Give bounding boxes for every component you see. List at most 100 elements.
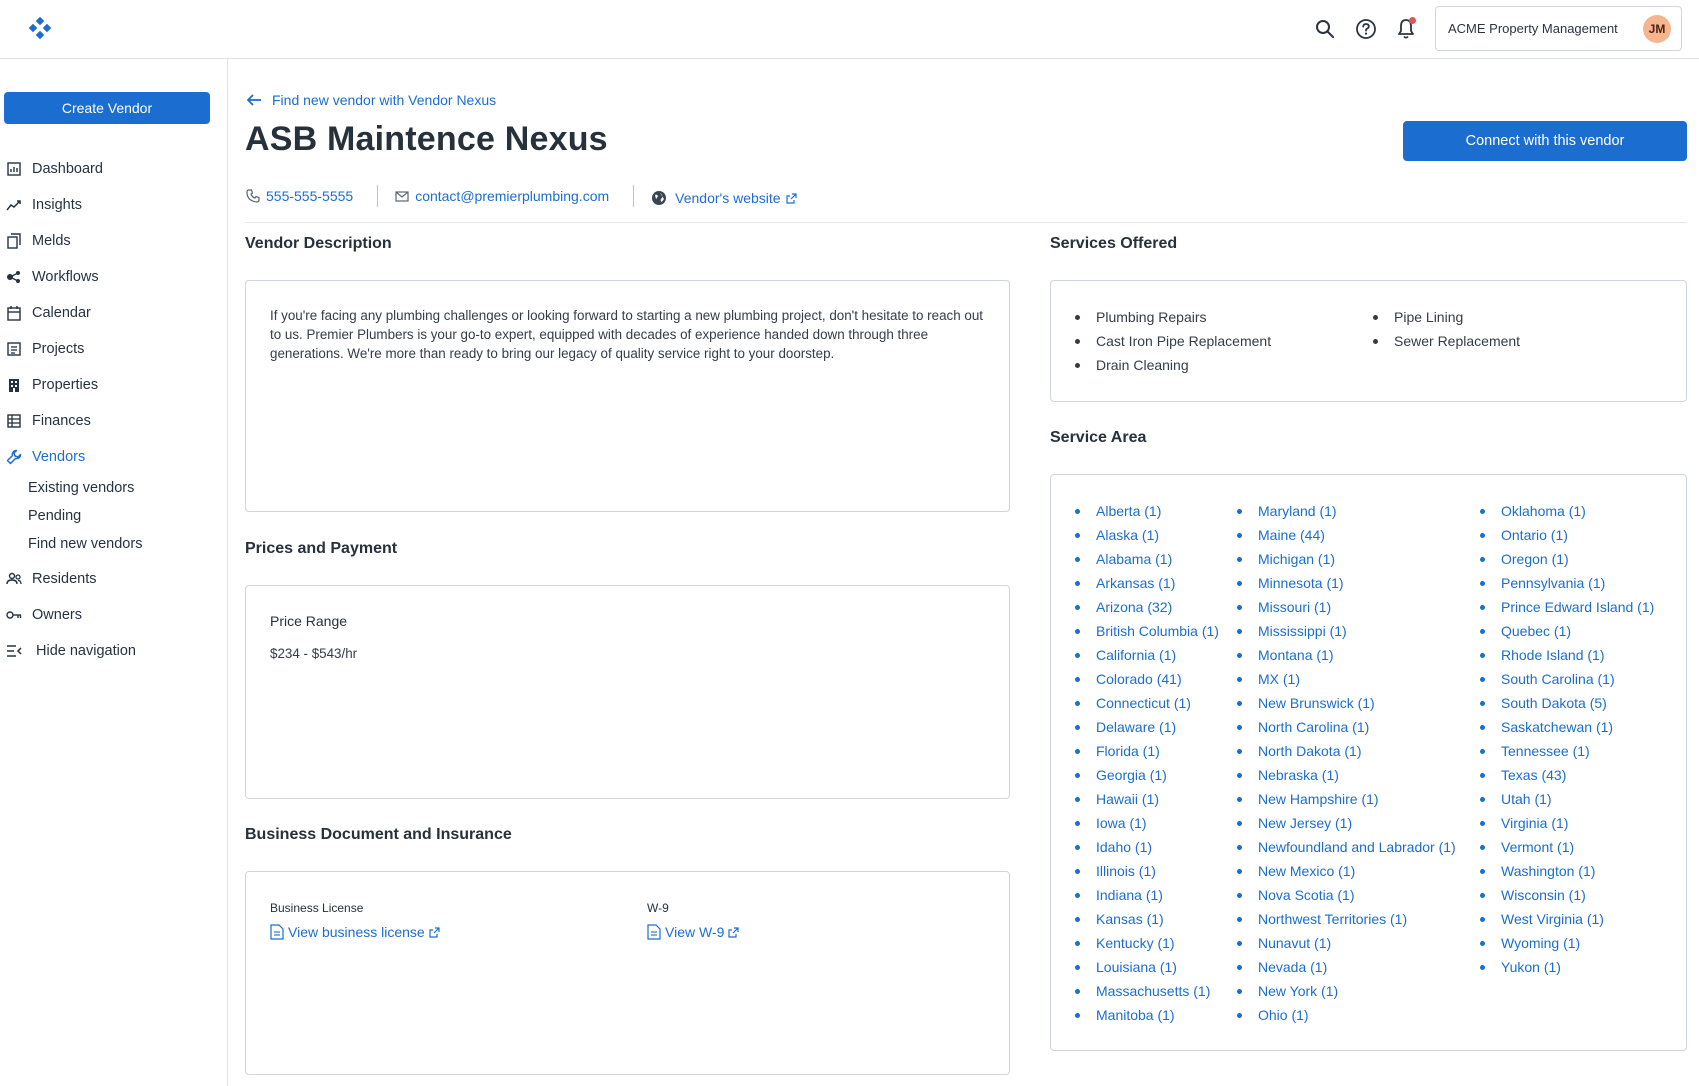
- phone-link[interactable]: 555-555-5555: [246, 188, 353, 204]
- back-link[interactable]: Find new vendor with Vendor Nexus: [246, 92, 496, 108]
- email-link[interactable]: contact@premierplumbing.com: [395, 188, 609, 204]
- sidebar-item-insights[interactable]: Insights: [6, 194, 82, 216]
- service-area-item[interactable]: Quebec (1): [1480, 619, 1654, 643]
- service-area-item[interactable]: Kentucky (1): [1075, 931, 1219, 955]
- connect-vendor-button[interactable]: Connect with this vendor: [1403, 121, 1687, 161]
- service-area-item[interactable]: Hawaii (1): [1075, 787, 1219, 811]
- create-vendor-button[interactable]: Create Vendor: [4, 92, 210, 124]
- service-area-item[interactable]: Nebraska (1): [1237, 763, 1456, 787]
- org-switcher[interactable]: ACME Property Management JM: [1435, 6, 1682, 51]
- service-area-item[interactable]: Newfoundland and Labrador (1): [1237, 835, 1456, 859]
- service-area-item[interactable]: Manitoba (1): [1075, 1003, 1219, 1027]
- service-area-item[interactable]: Idaho (1): [1075, 835, 1219, 859]
- service-area-item[interactable]: Arizona (32): [1075, 595, 1219, 619]
- service-area-item[interactable]: Washington (1): [1480, 859, 1654, 883]
- service-area-item[interactable]: Texas (43): [1480, 763, 1654, 787]
- service-area-item[interactable]: Maine (44): [1237, 523, 1456, 547]
- service-area-item[interactable]: British Columbia (1): [1075, 619, 1219, 643]
- service-area-item[interactable]: Oregon (1): [1480, 547, 1654, 571]
- service-area-item[interactable]: Michigan (1): [1237, 547, 1456, 571]
- avatar[interactable]: JM: [1643, 15, 1671, 43]
- sidebar-subitem-find-new-vendors[interactable]: Find new vendors: [28, 536, 142, 556]
- service-area-item[interactable]: Delaware (1): [1075, 715, 1219, 739]
- service-area-item[interactable]: Alaska (1): [1075, 523, 1219, 547]
- service-area-item[interactable]: Georgia (1): [1075, 763, 1219, 787]
- service-area-item[interactable]: Maryland (1): [1237, 499, 1456, 523]
- service-area-item[interactable]: Mississippi (1): [1237, 619, 1456, 643]
- sidebar-item-residents[interactable]: Residents: [6, 568, 96, 590]
- view-w9-link[interactable]: View W-9: [647, 924, 739, 940]
- sidebar-item-calendar[interactable]: Calendar: [6, 302, 91, 324]
- service-area-item[interactable]: Iowa (1): [1075, 811, 1219, 835]
- service-area-item[interactable]: Indiana (1): [1075, 883, 1219, 907]
- service-area-item[interactable]: Illinois (1): [1075, 859, 1219, 883]
- service-area-item[interactable]: Alberta (1): [1075, 499, 1219, 523]
- service-area-item[interactable]: Vermont (1): [1480, 835, 1654, 859]
- service-area-item[interactable]: New Brunswick (1): [1237, 691, 1456, 715]
- service-area-item[interactable]: Florida (1): [1075, 739, 1219, 763]
- service-area-item[interactable]: Ohio (1): [1237, 1003, 1456, 1027]
- services-list-col1: Plumbing Repairs Cast Iron Pipe Replaceme…: [1075, 305, 1271, 377]
- service-area-item[interactable]: Prince Edward Island (1): [1480, 595, 1654, 619]
- sidebar-item-owners[interactable]: Owners: [6, 604, 82, 626]
- service-area-item[interactable]: Utah (1): [1480, 787, 1654, 811]
- service-area-item[interactable]: Massachusetts (1): [1075, 979, 1219, 1003]
- app-logo-icon[interactable]: [28, 16, 52, 41]
- sidebar-item-projects[interactable]: Projects: [6, 338, 84, 360]
- service-area-item[interactable]: Missouri (1): [1237, 595, 1456, 619]
- sidebar-item-dashboard[interactable]: Dashboard: [6, 158, 103, 180]
- service-area-item[interactable]: Alabama (1): [1075, 547, 1219, 571]
- service-area-item[interactable]: Wisconsin (1): [1480, 883, 1654, 907]
- phone-number: 555-555-5555: [266, 188, 354, 204]
- service-area-item[interactable]: Saskatchewan (1): [1480, 715, 1654, 739]
- service-area-item[interactable]: North Carolina (1): [1237, 715, 1456, 739]
- services-heading: Services Offered: [1050, 235, 1178, 252]
- service-area-item[interactable]: Montana (1): [1237, 643, 1456, 667]
- service-area-item[interactable]: Northwest Territories (1): [1237, 907, 1456, 931]
- documents-card: Business License View business license W…: [245, 871, 1010, 1075]
- service-area-item[interactable]: Kansas (1): [1075, 907, 1219, 931]
- service-area-item[interactable]: Nevada (1): [1237, 955, 1456, 979]
- sidebar-subitem-pending[interactable]: Pending: [28, 508, 81, 528]
- service-area-item[interactable]: Yukon (1): [1480, 955, 1654, 979]
- search-icon[interactable]: [1313, 17, 1337, 41]
- bell-icon[interactable]: [1394, 17, 1418, 41]
- service-area-item[interactable]: Louisiana (1): [1075, 955, 1219, 979]
- service-area-item[interactable]: New York (1): [1237, 979, 1456, 1003]
- hide-navigation-button[interactable]: Hide navigation: [6, 640, 136, 662]
- service-area-item[interactable]: South Carolina (1): [1480, 667, 1654, 691]
- help-icon[interactable]: [1354, 17, 1378, 41]
- sidebar-item-finances[interactable]: Finances: [6, 410, 91, 432]
- service-area-item[interactable]: Pennsylvania (1): [1480, 571, 1654, 595]
- service-area-item[interactable]: Virginia (1): [1480, 811, 1654, 835]
- sidebar-subitem-existing-vendors[interactable]: Existing vendors: [28, 480, 134, 500]
- sidebar-item-vendors[interactable]: Vendors: [6, 446, 85, 468]
- service-area-item[interactable]: Oklahoma (1): [1480, 499, 1654, 523]
- service-area-item[interactable]: West Virginia (1): [1480, 907, 1654, 931]
- service-area-item[interactable]: South Dakota (5): [1480, 691, 1654, 715]
- service-area-item[interactable]: California (1): [1075, 643, 1219, 667]
- service-area-item[interactable]: MX (1): [1237, 667, 1456, 691]
- service-area-item[interactable]: Arkansas (1): [1075, 571, 1219, 595]
- service-area-item[interactable]: Wyoming (1): [1480, 931, 1654, 955]
- external-link-icon: [429, 926, 440, 938]
- service-area-item[interactable]: North Dakota (1): [1237, 739, 1456, 763]
- service-area-item[interactable]: Nova Scotia (1): [1237, 883, 1456, 907]
- sidebar-item-properties[interactable]: Properties: [6, 374, 98, 396]
- service-area-item[interactable]: Colorado (41): [1075, 667, 1219, 691]
- website-link[interactable]: Vendor's website: [651, 190, 797, 206]
- service-area-item[interactable]: Nunavut (1): [1237, 931, 1456, 955]
- service-area-item[interactable]: Ontario (1): [1480, 523, 1654, 547]
- service-area-item[interactable]: Tennessee (1): [1480, 739, 1654, 763]
- sidebar-item-melds[interactable]: Melds: [6, 230, 71, 252]
- globe-icon: [652, 191, 667, 205]
- service-area-item[interactable]: Minnesota (1): [1237, 571, 1456, 595]
- view-business-license-link[interactable]: View business license: [270, 924, 440, 940]
- sidebar-item-workflows[interactable]: Workflows: [6, 266, 99, 288]
- service-area-item[interactable]: New Mexico (1): [1237, 859, 1456, 883]
- sidebar-item-label: Dashboard: [32, 161, 103, 177]
- service-area-item[interactable]: New Jersey (1): [1237, 811, 1456, 835]
- service-area-item[interactable]: Connecticut (1): [1075, 691, 1219, 715]
- service-area-item[interactable]: New Hampshire (1): [1237, 787, 1456, 811]
- service-area-item[interactable]: Rhode Island (1): [1480, 643, 1654, 667]
